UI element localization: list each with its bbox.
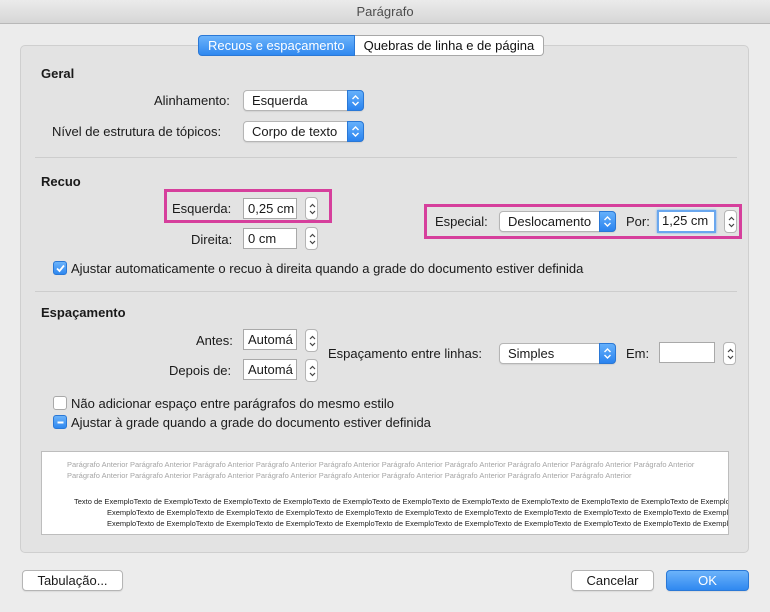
- especial-popup[interactable]: Deslocamento: [499, 211, 616, 232]
- esquerda-label: Esquerda:: [172, 201, 232, 216]
- tab-recuos-e-espacamento[interactable]: Recuos e espaçamento: [198, 35, 355, 56]
- preview-previous-paragraph: Parágrafo Anterior Parágrafo Anterior Pa…: [67, 460, 695, 480]
- antes-label: Antes:: [196, 333, 233, 348]
- direita-stepper[interactable]: [305, 227, 318, 250]
- esquerda-field[interactable]: 0,25 cm: [243, 198, 297, 219]
- nivel-estrutura-value: Corpo de texto: [252, 124, 338, 139]
- checkmark-icon: [56, 264, 65, 273]
- tabulacao-button[interactable]: Tabulação...: [22, 570, 123, 591]
- em-label: Em:: [626, 346, 650, 361]
- depois-de-field[interactable]: Automá: [243, 359, 297, 380]
- tab-bar: Recuos e espaçamento Quebras de linha e …: [198, 35, 545, 57]
- ajustar-recuo-checkbox[interactable]: [53, 261, 67, 275]
- espacamento-entre-linhas-popup[interactable]: Simples: [499, 343, 616, 364]
- direita-field[interactable]: 0 cm: [243, 228, 297, 249]
- cancel-button[interactable]: Cancelar: [571, 570, 654, 591]
- section-heading-geral: Geral: [41, 66, 75, 81]
- tab-quebras-de-linha[interactable]: Quebras de linha e de página: [354, 35, 545, 56]
- alinhamento-popup[interactable]: Esquerda: [243, 90, 364, 111]
- direita-label: Direita:: [191, 232, 233, 247]
- ajustar-grade-label[interactable]: Ajustar à grade quando a grade do docume…: [71, 415, 431, 430]
- popup-arrows-icon: [347, 90, 364, 111]
- popup-arrows-icon: [599, 211, 616, 232]
- ajustar-recuo-label[interactable]: Ajustar automaticamente o recuo à direit…: [71, 261, 583, 276]
- preview-sample-line: Texto de ExemploTexto de ExemploTexto de…: [74, 497, 729, 506]
- section-heading-recuo: Recuo: [41, 174, 81, 189]
- paragraph-preview: Parágrafo Anterior Parágrafo Anterior Pa…: [41, 451, 729, 535]
- window-title: Parágrafo: [0, 0, 770, 24]
- esquerda-stepper[interactable]: [305, 197, 318, 220]
- nao-adicionar-espaco-checkbox[interactable]: [53, 396, 67, 410]
- por-field[interactable]: 1,25 cm: [657, 210, 716, 233]
- por-label: Por:: [626, 214, 650, 229]
- popup-arrows-icon: [599, 343, 616, 364]
- por-stepper[interactable]: [724, 210, 737, 233]
- depois-de-stepper[interactable]: [305, 359, 318, 382]
- nivel-estrutura-popup[interactable]: Corpo de texto: [243, 121, 364, 142]
- espacamento-entre-linhas-label: Espaçamento entre linhas:: [328, 346, 482, 361]
- depois-de-label: Depois de:: [169, 363, 232, 378]
- section-heading-espacamento: Espaçamento: [41, 305, 126, 320]
- mixed-state-icon: [57, 421, 64, 424]
- separator: [35, 291, 737, 292]
- popup-arrows-icon: [347, 121, 364, 142]
- especial-value: Deslocamento: [508, 214, 592, 229]
- antes-stepper[interactable]: [305, 329, 318, 352]
- preview-sample-line: ExemploTexto de ExemploTexto de ExemploT…: [107, 519, 729, 528]
- ajustar-grade-checkbox[interactable]: [53, 415, 67, 429]
- em-field[interactable]: [659, 342, 715, 363]
- nivel-estrutura-label: Nível de estrutura de tópicos:: [52, 124, 222, 139]
- espacamento-entre-linhas-value: Simples: [508, 346, 555, 361]
- alinhamento-label: Alinhamento:: [154, 93, 230, 108]
- ok-button[interactable]: OK: [666, 570, 749, 591]
- alinhamento-value: Esquerda: [252, 93, 308, 108]
- nao-adicionar-espaco-label[interactable]: Não adicionar espaço entre parágrafos do…: [71, 396, 394, 411]
- preview-sample-line: ExemploTexto de ExemploTexto de ExemploT…: [107, 508, 729, 517]
- separator: [35, 157, 737, 158]
- antes-field[interactable]: Automá: [243, 329, 297, 350]
- especial-label: Especial:: [435, 214, 488, 229]
- em-stepper[interactable]: [723, 342, 736, 365]
